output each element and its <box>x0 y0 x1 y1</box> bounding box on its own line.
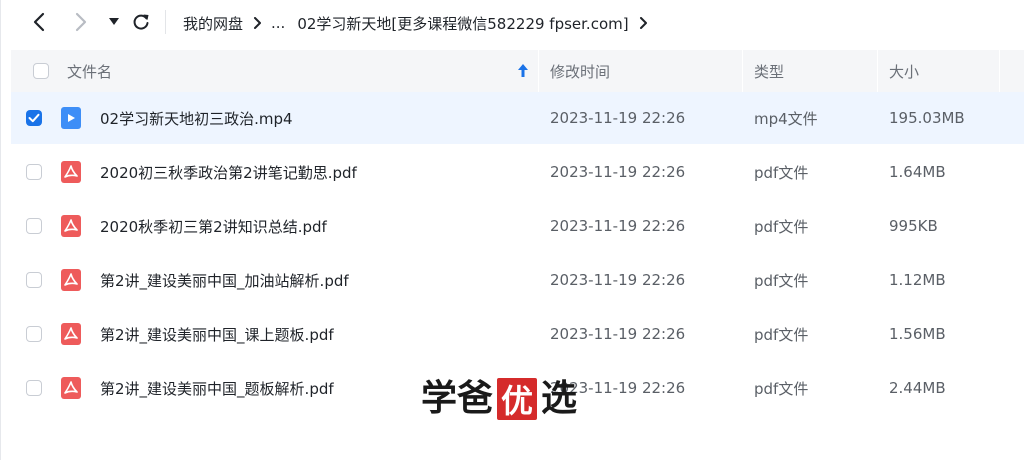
navigation-bar: 我的网盘 ... 02学习新天地[更多课程微信582229 fpser.com] <box>1 0 1024 46</box>
table-row[interactable]: 2020初三秋季政治第2讲笔记勤思.pdf 2023-11-19 22:26 p… <box>11 146 1024 198</box>
file-size: 1.56MB <box>889 325 946 343</box>
watermark-char: 爸 <box>457 378 494 419</box>
row-checkbox[interactable] <box>26 380 42 396</box>
breadcrumb-current-folder[interactable]: 02学习新天地[更多课程微信582229 fpser.com] <box>297 13 628 34</box>
caret-down-icon <box>109 18 119 25</box>
column-size-label: 大小 <box>889 62 920 81</box>
column-separator <box>877 50 878 92</box>
file-size: 2.44MB <box>889 379 946 397</box>
column-type-label: 类型 <box>754 62 785 81</box>
file-modified-time: 2023-11-19 22:26 <box>550 325 686 343</box>
watermark-char: 学 <box>421 378 458 419</box>
pdf-file-icon <box>61 215 81 237</box>
video-file-icon <box>61 107 81 129</box>
row-checkbox[interactable] <box>26 218 42 234</box>
file-type: pdf文件 <box>754 271 809 290</box>
file-icon-cell <box>61 146 81 198</box>
breadcrumb-separator-icon <box>253 17 262 29</box>
select-all-cell <box>33 50 49 92</box>
column-header-name[interactable]: 文件名 <box>67 50 537 92</box>
column-header-size[interactable]: 大小 <box>889 50 999 92</box>
file-size: 195.03MB <box>889 109 965 127</box>
file-type: pdf文件 <box>754 217 809 236</box>
file-icon-cell <box>61 200 81 252</box>
column-header-type[interactable]: 类型 <box>754 50 874 92</box>
pdf-file-icon <box>61 269 81 291</box>
row-checkbox[interactable] <box>26 326 42 342</box>
file-icon-cell <box>61 254 81 306</box>
forward-button[interactable] <box>67 8 95 36</box>
row-checkbox-cell <box>26 362 42 414</box>
history-dropdown-button[interactable] <box>100 8 128 36</box>
file-modified-time: 2023-11-19 22:26 <box>550 109 686 127</box>
chevron-right-icon <box>75 12 87 32</box>
file-modified-time: 2023-11-19 22:26 <box>550 271 686 289</box>
file-name[interactable]: 第2讲_建设美丽中国_题板解析.pdf <box>100 362 334 414</box>
file-name[interactable]: 第2讲_建设美丽中国_课上题板.pdf <box>100 308 334 360</box>
file-icon-cell <box>61 362 81 414</box>
breadcrumb-ellipsis[interactable]: ... <box>271 14 285 32</box>
row-checkbox[interactable] <box>26 164 42 180</box>
row-checkbox-cell <box>26 308 42 360</box>
file-type: pdf文件 <box>754 163 809 182</box>
file-icon-cell <box>61 308 81 360</box>
breadcrumb-root[interactable]: 我的网盘 <box>183 13 243 34</box>
file-size: 1.12MB <box>889 271 946 289</box>
file-table-header: 文件名 修改时间 类型 大小 <box>11 50 1024 92</box>
column-separator <box>538 50 539 92</box>
column-name-label: 文件名 <box>67 62 113 81</box>
file-size: 1.64MB <box>889 163 946 181</box>
row-checkbox-cell <box>26 254 42 306</box>
column-header-modified[interactable]: 修改时间 <box>550 50 740 92</box>
sort-up-arrow-icon <box>518 64 528 77</box>
pdf-file-icon <box>61 323 81 345</box>
file-icon-cell <box>61 92 81 144</box>
file-browser-window: 我的网盘 ... 02学习新天地[更多课程微信582229 fpser.com]… <box>0 0 1024 460</box>
file-name[interactable]: 2020秋季初三第2讲知识总结.pdf <box>100 200 327 252</box>
refresh-icon <box>133 14 149 30</box>
row-checkbox[interactable] <box>26 272 42 288</box>
pdf-file-icon <box>61 161 81 183</box>
file-type: mp4文件 <box>754 109 818 128</box>
watermark-seal: 优 <box>497 378 538 420</box>
column-separator <box>742 50 743 92</box>
table-row[interactable]: 第2讲_建设美丽中国_课上题板.pdf 2023-11-19 22:26 pdf… <box>11 308 1024 360</box>
file-name[interactable]: 2020初三秋季政治第2讲笔记勤思.pdf <box>100 146 357 198</box>
nav-divider <box>165 10 166 34</box>
pdf-file-icon <box>61 377 81 399</box>
row-checkbox-cell <box>26 200 42 252</box>
file-name[interactable]: 02学习新天地初三政治.mp4 <box>100 92 293 144</box>
row-checkbox[interactable] <box>26 110 42 126</box>
column-separator <box>999 50 1000 92</box>
file-modified-time: 2023-11-19 22:26 <box>550 217 686 235</box>
watermark-char: 选 <box>541 378 578 419</box>
select-all-checkbox[interactable] <box>33 63 49 79</box>
breadcrumb: 我的网盘 ... 02学习新天地[更多课程微信582229 fpser.com] <box>183 12 657 34</box>
file-size: 995KB <box>889 217 938 235</box>
back-button[interactable] <box>25 8 53 36</box>
file-name[interactable]: 第2讲_建设美丽中国_加油站解析.pdf <box>100 254 349 306</box>
checkmark-icon <box>28 113 40 123</box>
refresh-button[interactable] <box>127 8 155 36</box>
table-row[interactable]: 第2讲_建设美丽中国_加油站解析.pdf 2023-11-19 22:26 pd… <box>11 254 1024 306</box>
file-type: pdf文件 <box>754 325 809 344</box>
file-modified-time: 2023-11-19 22:26 <box>550 163 686 181</box>
file-type: pdf文件 <box>754 379 809 398</box>
column-modified-label: 修改时间 <box>550 62 611 81</box>
watermark-logo: 学 爸 优 选 <box>421 372 603 426</box>
row-checkbox-cell <box>26 92 42 144</box>
chevron-left-icon <box>33 12 45 32</box>
breadcrumb-separator-icon <box>639 17 647 29</box>
table-row[interactable]: 02学习新天地初三政治.mp4 2023-11-19 22:26 mp4文件 1… <box>11 92 1024 144</box>
row-checkbox-cell <box>26 146 42 198</box>
table-row[interactable]: 2020秋季初三第2讲知识总结.pdf 2023-11-19 22:26 pdf… <box>11 200 1024 252</box>
